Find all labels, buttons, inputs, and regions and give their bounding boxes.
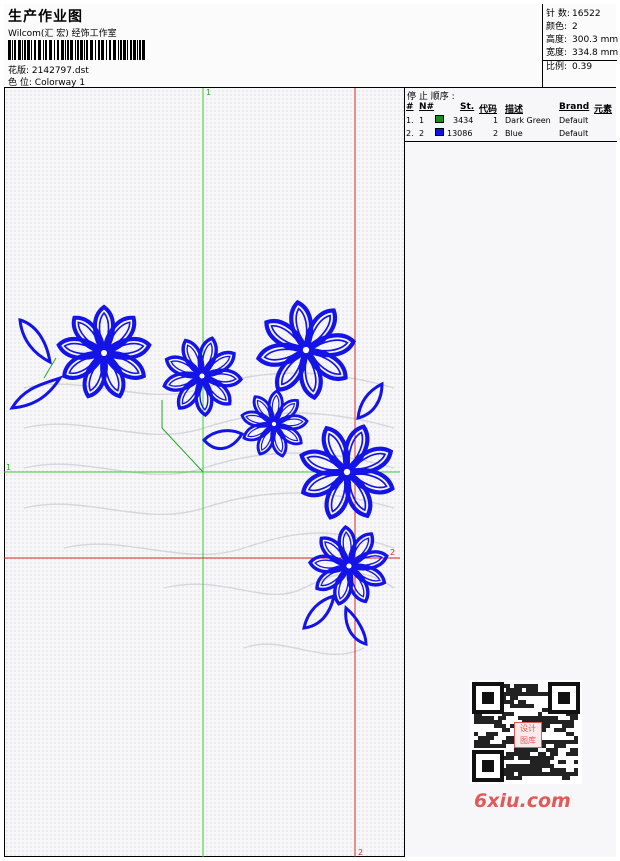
flower (238, 388, 310, 460)
stat-stitches: 针 数: 16522 (546, 9, 601, 19)
embroidery-preview (4, 88, 400, 857)
row-index: 2. (406, 129, 414, 138)
row-index: 1. (406, 116, 414, 125)
col-hash: # (406, 102, 414, 112)
col-desc: 描述 (505, 105, 524, 115)
sheet-title: 生产作业图 (8, 9, 83, 25)
stat-height: 高度: 300.3 mm (546, 35, 619, 45)
row-stitches: 13086 (447, 129, 473, 138)
color-swatch (435, 115, 444, 123)
marker-green-top: 1 (206, 88, 212, 97)
sheet-header: 生产作业图 Wilcom(汇 宏) 经饰工作室 花版: 2142797.dst … (4, 4, 619, 88)
row-description: Blue (505, 129, 523, 138)
watermark-text: 6xiu.com (474, 790, 571, 812)
colorway-line: 色 位: Colorway 1 (8, 75, 85, 88)
barcode (8, 40, 145, 60)
row-needle: 1 (419, 116, 425, 125)
row-brand: Default (559, 116, 589, 125)
col-code: 代码 (479, 105, 498, 115)
col-brand: Brand (559, 102, 590, 112)
company-name: Wilcom(汇 宏) 经饰工作室 (8, 29, 117, 39)
marker-red-bottom: 2 (358, 848, 364, 857)
flower (307, 524, 391, 608)
marker-green-left: 1 (6, 463, 12, 472)
color-swatch (435, 128, 444, 136)
row-stitches: 3434 (453, 116, 474, 125)
col-st: St. (460, 102, 475, 112)
stat-scale: 比例: 0.39 (546, 62, 593, 72)
row-description: Dark Green (505, 116, 551, 125)
col-element: 元素 (594, 105, 613, 115)
row-code: 1 (493, 116, 499, 125)
watermark-badge: 设计 图库 (514, 722, 542, 748)
flower (257, 301, 355, 399)
design-canvas: 1 1 2 2 (4, 88, 404, 857)
floral-design (55, 301, 396, 608)
colorway-value: Colorway 1 (34, 78, 86, 88)
col-n: N# (419, 102, 435, 112)
stat-colors: 颜色: 2 (546, 22, 578, 32)
flower (55, 305, 153, 402)
row-needle: 2 (419, 129, 425, 138)
panel-divider (405, 141, 617, 142)
stats-box: 针 数: 16522 颜色: 2 高度: 300.3 mm 宽度: 334.8 mm 比… (542, 4, 619, 88)
marker-red-right: 2 (390, 548, 396, 557)
production-sheet: 生产作业图 Wilcom(汇 宏) 经饰工作室 花版: 2142797.dst … (0, 0, 620, 861)
stop-sequence-title: 停 止 顺序 : (407, 92, 455, 102)
row-code: 2 (493, 129, 499, 138)
colorway-label: 色 位: (8, 78, 32, 88)
flower (160, 334, 244, 418)
stat-width: 宽度: 334.8 mm (546, 48, 619, 58)
row-brand: Default (559, 129, 589, 138)
